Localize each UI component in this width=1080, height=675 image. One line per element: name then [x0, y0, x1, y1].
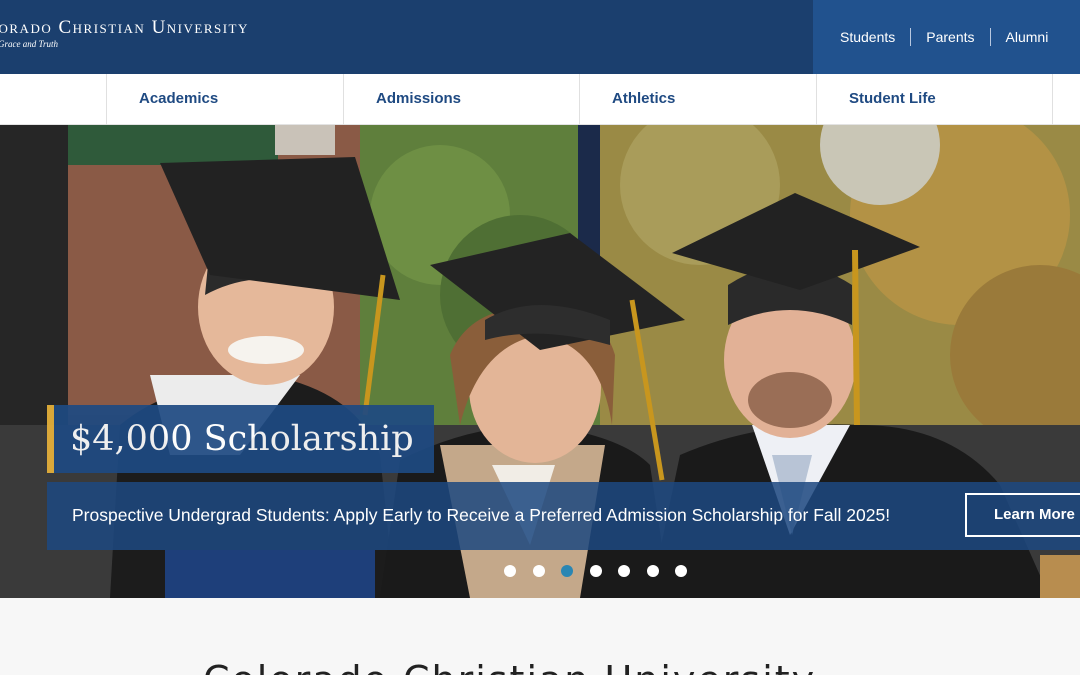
- nav-item-student-life[interactable]: Student Life: [816, 74, 1052, 125]
- slider-dot-1[interactable]: [504, 565, 516, 577]
- slider-dot-3-active[interactable]: [561, 565, 573, 577]
- nav-label: Academics: [139, 90, 219, 107]
- slider-dot-7[interactable]: [675, 565, 687, 577]
- slider-dot-5[interactable]: [618, 565, 630, 577]
- slider-dot-4[interactable]: [589, 565, 602, 577]
- slide-title: $4,000 Scholarship: [70, 419, 414, 459]
- brand-name: Colorado Christian University: [0, 17, 249, 38]
- nav-label: Student Life: [849, 90, 936, 107]
- slide-caption-bar: Prospective Undergrad Students: Apply Ea…: [47, 482, 1080, 550]
- nav-item-admissions[interactable]: Admissions: [343, 74, 579, 125]
- slider-pagination: [504, 565, 704, 577]
- slider-dot-6[interactable]: [646, 565, 659, 577]
- university-logo[interactable]: Colorado Christian University Grace and …: [0, 17, 300, 57]
- brand-tagline: Grace and Truth: [0, 39, 59, 49]
- slide-caption: Prospective Undergrad Students: Apply Ea…: [72, 505, 891, 525]
- main-nav: Academics Admissions Athletics Student L…: [0, 74, 1080, 125]
- nav-item-more[interactable]: [1052, 74, 1080, 125]
- section-heading: Colorado Christian University: [203, 658, 816, 675]
- audience-link-students[interactable]: Students: [840, 29, 895, 45]
- nav-item-academics[interactable]: Academics: [106, 74, 343, 125]
- site-header: Colorado Christian University Grace and …: [0, 0, 1080, 74]
- intro-section: Colorado Christian University: [0, 598, 1080, 675]
- nav-label: Admissions: [376, 90, 462, 107]
- slider-dot-2[interactable]: [532, 565, 545, 577]
- learn-more-button[interactable]: Learn More: [965, 493, 1080, 537]
- audience-link-parents[interactable]: Parents: [926, 29, 974, 45]
- divider: [989, 28, 991, 46]
- divider: [910, 28, 912, 46]
- nav-label: Athletics: [612, 90, 676, 107]
- audience-nav: Students Parents Alumni: [813, 0, 1080, 74]
- slide-title-banner: $4,000 Scholarship: [47, 405, 434, 473]
- nav-item-athletics[interactable]: Athletics: [579, 74, 816, 125]
- audience-link-alumni[interactable]: Alumni: [1006, 29, 1049, 45]
- hero-slider: $4,000 Scholarship Prospective Undergrad…: [0, 125, 1080, 598]
